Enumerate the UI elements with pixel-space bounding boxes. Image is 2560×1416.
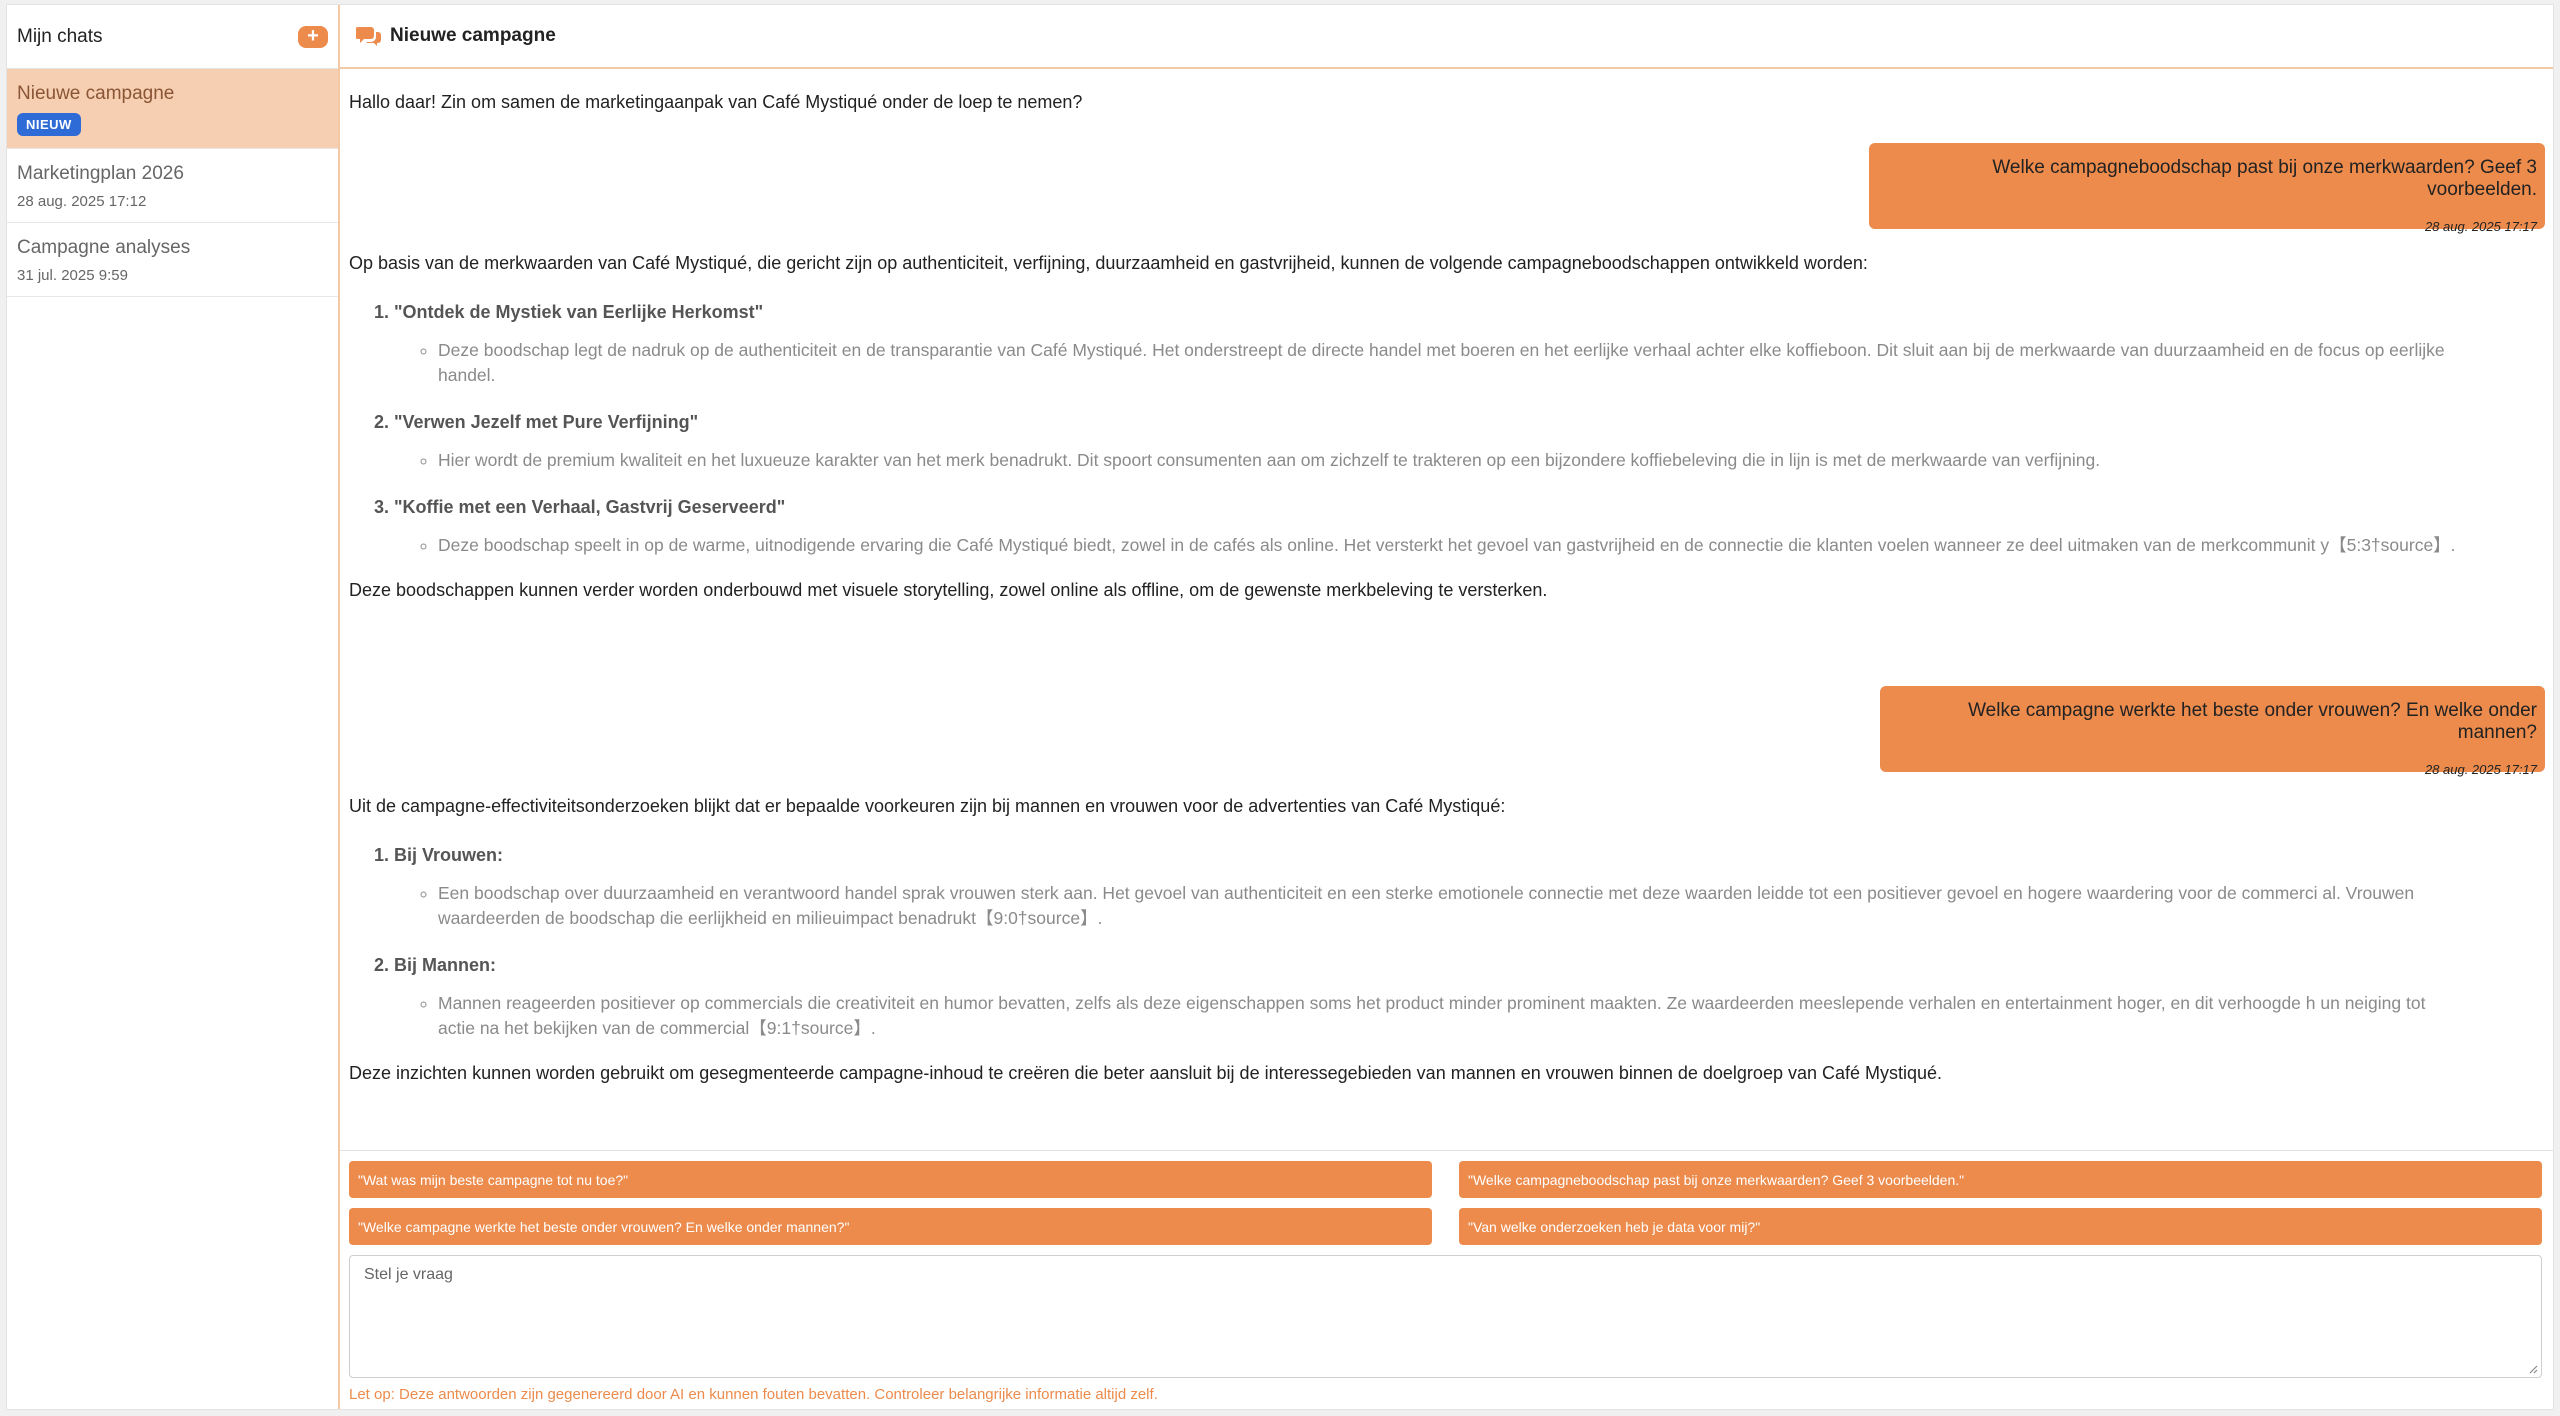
user-message: Welke campagne werkte het beste onder vr… [1880, 686, 2545, 777]
resize-handle-icon[interactable] [2528, 1364, 2538, 1374]
list-item: Bij Vrouwen: Een boodschap over duurzaam… [394, 843, 2459, 931]
list-item-detail: Deze boodschap speelt in op de warme, ui… [438, 533, 2459, 558]
chat-item-marketingplan-2026[interactable]: Marketingplan 2026 28 aug. 2025 17:12 [7, 149, 338, 223]
list-item-detail: Een boodschap over duurzaamheid en veran… [438, 881, 2459, 931]
list-item: "Koffie met een Verhaal, Gastvrij Geserv… [394, 495, 2459, 558]
answer-outro: Deze boodschappen kunnen verder worden o… [349, 580, 1548, 600]
list-item: "Verwen Jezelf met Pure Verfijning" Hier… [394, 410, 2459, 473]
suggestion-button[interactable]: "Van welke onderzoeken heb je data voor … [1459, 1208, 2542, 1245]
list-item-title: Bij Mannen: [394, 955, 496, 975]
composer-area: "Wat was mijn beste campagne tot nu toe?… [340, 1150, 2553, 1409]
assistant-greeting: Hallo daar! Zin om samen de marketingaan… [349, 92, 1083, 112]
chat-item-title: Nieuwe campagne [17, 83, 175, 104]
chat-item-title: Campagne analyses [17, 237, 191, 258]
suggestion-grid: "Wat was mijn beste campagne tot nu toe?… [349, 1161, 2544, 1245]
list-item-title: Bij Vrouwen: [394, 845, 504, 865]
user-message-text: Welke campagneboodschap past bij onze me… [1992, 157, 2537, 200]
answer-intro: Op basis van de merkwaarden van Café Mys… [349, 253, 1868, 273]
assistant-answer: Op basis van de merkwaarden van Café Mys… [349, 251, 2459, 602]
list-item: "Ontdek de Mystiek van Eerlijke Herkomst… [394, 300, 2459, 388]
list-item-title: "Koffie met een Verhaal, Gastvrij Geserv… [394, 497, 786, 517]
answer-intro: Uit de campagne-effectiviteitsonderzoeke… [349, 796, 1506, 816]
list-item-detail: Hier wordt de premium kwaliteit en het l… [438, 448, 2459, 473]
chat-panel: Nieuwe campagne Hallo daar! Zin om samen… [340, 5, 2553, 1409]
user-message-text: Welke campagne werkte het beste onder vr… [1968, 700, 2537, 743]
answer-list: "Ontdek de Mystiek van Eerlijke Herkomst… [349, 300, 2459, 558]
assistant-answer: Uit de campagne-effectiviteitsonderzoeke… [349, 794, 2459, 1085]
ai-disclaimer: Let op: Deze antwoorden zijn gegenereerd… [349, 1386, 1158, 1403]
question-input-placeholder: Stel je vraag [364, 1266, 453, 1283]
suggestion-button[interactable]: "Wat was mijn beste campagne tot nu toe?… [349, 1161, 1432, 1198]
chat-item-campagne-analyses[interactable]: Campagne analyses 31 jul. 2025 9:59 [7, 223, 338, 297]
user-message-time: 28 aug. 2025 17:17 [2424, 219, 2537, 234]
message-list: Hallo daar! Zin om samen de marketingaan… [340, 69, 2553, 1151]
chat-item-nieuwe-campagne[interactable]: Nieuwe campagne NIEUW [7, 69, 338, 149]
list-item-title: "Verwen Jezelf met Pure Verfijning" [394, 412, 699, 432]
chat-title: Nieuwe campagne [390, 25, 556, 46]
list-item-detail: Mannen reageerden positiever op commerci… [438, 991, 2459, 1041]
list-item-detail: Deze boodschap legt de nadruk op de auth… [438, 338, 2459, 388]
chat-item-title: Marketingplan 2026 [17, 163, 184, 184]
chat-header: Nieuwe campagne [340, 5, 2553, 69]
answer-outro: Deze inzichten kunnen worden gebruikt om… [349, 1063, 1943, 1083]
sidebar-title: Mijn chats [17, 25, 103, 47]
suggestion-button[interactable]: "Welke campagne werkte het beste onder v… [349, 1208, 1432, 1245]
list-item-title: "Ontdek de Mystiek van Eerlijke Herkomst… [394, 302, 764, 322]
new-chat-button[interactable]: + [298, 25, 328, 48]
sidebar: Mijn chats + Nieuwe campagne NIEUW Marke… [7, 5, 340, 1409]
chat-item-date: 28 aug. 2025 17:12 [17, 193, 147, 210]
user-message: Welke campagneboodschap past bij onze me… [1869, 143, 2545, 234]
question-input[interactable]: Stel je vraag [349, 1255, 2542, 1378]
suggestion-button[interactable]: "Welke campagneboodschap past bij onze m… [1459, 1161, 2542, 1198]
user-message-time: 28 aug. 2025 17:17 [2424, 762, 2537, 777]
answer-list: Bij Vrouwen: Een boodschap over duurzaam… [349, 843, 2459, 1041]
chat-bubbles-icon [356, 27, 381, 46]
sidebar-header: Mijn chats + [7, 5, 338, 69]
new-badge: NIEUW [17, 113, 81, 136]
list-item: Bij Mannen: Mannen reageerden positiever… [394, 953, 2459, 1041]
app-window: Mijn chats + Nieuwe campagne NIEUW Marke… [6, 4, 2554, 1410]
chat-item-date: 31 jul. 2025 9:59 [17, 267, 128, 284]
